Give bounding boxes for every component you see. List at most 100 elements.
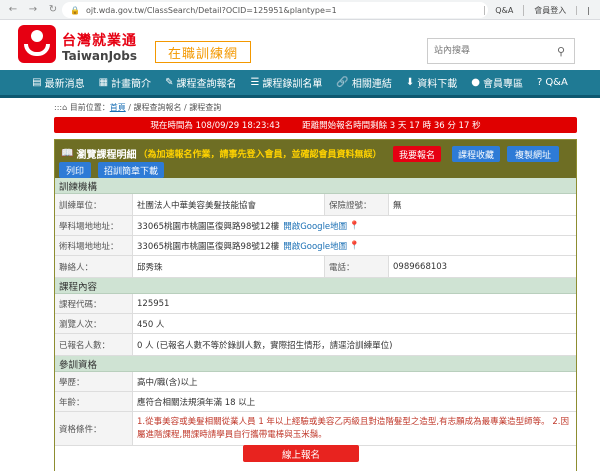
- org-unit-label: 訓練單位：: [55, 194, 133, 215]
- condition-label: 資格條件：: [55, 412, 133, 445]
- map-pin-icon[interactable]: 📍: [349, 221, 360, 231]
- course-detail-panel: 📖 瀏覽課程明細 （為加速報名作業，請事先登入會員，並確認會員資料無誤） 我要報…: [54, 139, 577, 471]
- collect-course-button[interactable]: 課程收藏: [452, 146, 500, 162]
- signup-top-button[interactable]: 我要報名: [393, 146, 441, 162]
- time-remaining-text: 距離開始報名時間剩餘 3 天 17 時 36 分 17 秒: [302, 121, 481, 131]
- menu-label: 相關連結: [351, 79, 392, 90]
- course-code-value: 125951: [137, 298, 170, 309]
- menu-item-links[interactable]: 🔗 相關連結: [329, 75, 398, 90]
- back-arrow-icon[interactable]: ←: [6, 4, 20, 15]
- lock-icon: 🔒: [70, 5, 80, 15]
- class-addr-label: 學科場地地址：: [55, 216, 133, 235]
- section-qual-header: 參訓資格: [55, 356, 576, 372]
- contact-label: 聯絡人：: [55, 256, 133, 277]
- menu-item-course-search[interactable]: ✎ 課程查詢報名: [158, 75, 243, 90]
- site-search: ⚲: [427, 38, 575, 64]
- breadcrumb-location-label: 目前位置：: [69, 103, 110, 112]
- breadcrumb-level1[interactable]: 課程查詢報名: [134, 103, 182, 112]
- menu-label: 最新消息: [44, 79, 85, 90]
- top-link-qa[interactable]: Q&A: [484, 5, 523, 15]
- condition-row: 資格條件： 1.從事美容或美髮相關從業人員 1 年以上經驗或美容乙丙級且對造階髮…: [55, 412, 576, 446]
- menu-item-downloads[interactable]: ⬇ 資料下載: [399, 75, 464, 90]
- browser-toolbar: ← → ↻ 🔒 ojt.wda.gov.tw/ClassSearch/Detai…: [0, 0, 600, 20]
- link-icon: 🔗: [336, 77, 349, 88]
- tech-addr-row: 術科場地地址： 33065桃園市桃園區復興路98號12樓 開啟Google地圖 …: [55, 236, 576, 256]
- class-map-link[interactable]: 開啟Google地圖: [283, 220, 347, 232]
- list-icon: ☰: [250, 77, 260, 88]
- views-label: 瀏覽人次：: [55, 314, 133, 333]
- org-unit-value: 社團法人中華美容美髮技能協會: [133, 194, 325, 215]
- condition-value: 1.從事美容或美髮相關從業人員 1 年以上經驗或美容乙丙級且對造階髮型之造型,有…: [137, 416, 569, 440]
- phone-value: 0989668103: [393, 261, 448, 272]
- panel-note: （為加速報名作業，請事先登入會員，並確認會員資料無誤）: [138, 150, 382, 160]
- panel-header: 📖 瀏覽課程明細 （為加速報名作業，請事先登入會員，並確認會員資料無誤） 我要報…: [55, 140, 576, 178]
- breadcrumb: :::⌂ 目前位置：首頁 / 課程查詢報名 / 課程查詢: [54, 102, 221, 113]
- logo-title-en[interactable]: TaiwanJobs: [62, 49, 137, 63]
- course-code-label: 課程代碼：: [55, 294, 133, 313]
- menu-item-news[interactable]: ▤ 最新消息: [25, 75, 91, 90]
- logo-title-zh[interactable]: 台灣就業通: [62, 30, 137, 50]
- views-value: 450 人: [137, 319, 165, 330]
- print-button[interactable]: 列印: [59, 162, 91, 178]
- online-signup-button[interactable]: 線上報名: [243, 445, 359, 462]
- menu-item-qa[interactable]: ? Q&A: [530, 77, 575, 88]
- menu-item-plan[interactable]: ▦ 計畫簡介: [92, 75, 158, 90]
- views-row: 瀏覽人次： 450 人: [55, 314, 576, 334]
- copy-url-button[interactable]: 複製網址: [507, 146, 559, 162]
- edu-label: 學歷：: [55, 372, 133, 391]
- age-row: 年齡： 應符合相關法規須年滿 18 以上: [55, 392, 576, 412]
- menu-item-member[interactable]: ● 會員專區: [464, 75, 530, 90]
- calculator-icon: ▦: [98, 77, 109, 88]
- current-time-text: 現在時間為 108/09/29 18:23:43: [150, 121, 281, 131]
- pencil-icon: ✎: [165, 77, 174, 88]
- org-unit-row: 訓練單位： 社團法人中華美容美髮技能協會 保險證號： 無: [55, 194, 576, 216]
- menu-label: 資料下載: [417, 79, 458, 90]
- registration-countdown: 現在時間為 108/09/29 18:23:43 距離開始報名時間剩餘 3 天 …: [54, 117, 577, 133]
- insurance-label: 保險證號：: [325, 194, 389, 215]
- age-label: 年齡：: [55, 392, 133, 411]
- top-link-separator: |: [576, 5, 600, 15]
- newspaper-icon: ▤: [32, 77, 42, 88]
- tech-addr-value: 33065桃園市桃園區復興路98號12樓: [137, 241, 280, 252]
- age-value: 應符合相關法規須年滿 18 以上: [137, 397, 256, 408]
- edu-value: 高中/職(含)以上: [137, 377, 198, 388]
- main-menu: ▤ 最新消息 ▦ 計畫簡介 ✎ 課程查詢報名 ☰ 課程錄訓名單 🔗 相關連結 ⬇ 資料下載 …: [0, 70, 600, 98]
- map-pin-icon[interactable]: 📍: [349, 241, 360, 251]
- phone-label: 電話：: [325, 256, 389, 277]
- registered-label: 已報名人數：: [55, 334, 133, 355]
- tech-map-link[interactable]: 開啟Google地圖: [283, 240, 347, 252]
- breadcrumb-separator: /: [125, 103, 134, 112]
- taiwanjobs-logo-icon[interactable]: [18, 25, 56, 63]
- user-icon: ●: [471, 77, 480, 88]
- forward-arrow-icon[interactable]: →: [26, 4, 40, 15]
- search-icon[interactable]: ⚲: [552, 45, 570, 58]
- breadcrumb-level2: 課程查詢: [189, 103, 222, 112]
- menu-label: 課程錄訓名單: [262, 79, 323, 90]
- tech-addr-label: 術科場地地址：: [55, 236, 133, 255]
- book-icon: 📖: [61, 148, 74, 159]
- top-links: Q&A 會員登入 |: [484, 0, 600, 20]
- menu-label: 課程查詢報名: [176, 79, 237, 90]
- address-bar[interactable]: 🔒 ojt.wda.gov.tw/ClassSearch/Detail?OCID…: [62, 2, 488, 18]
- home-icon: ⌂: [62, 103, 68, 112]
- site-header: 台灣就業通 TaiwanJobs 在職訓練網 ⚲: [0, 20, 600, 70]
- edu-row: 學歷： 高中/職(含)以上: [55, 372, 576, 392]
- breadcrumb-home-link[interactable]: 首頁: [110, 103, 126, 112]
- registered-row: 已報名人數： 0 人 (已報名人數不等於錄訓人數，實際招生情形，請逕洽訓練單位): [55, 334, 576, 356]
- question-icon: ?: [537, 77, 543, 88]
- panel-title: 瀏覽課程明細: [76, 150, 137, 161]
- menu-label: Q&A: [545, 77, 568, 88]
- url-text: ojt.wda.gov.tw/ClassSearch/Detail?OCID=1…: [85, 5, 337, 15]
- brochure-download-button[interactable]: 招訓簡章下載: [98, 162, 164, 178]
- contact-row: 聯絡人： 邱秀珠 電話： 0989668103: [55, 256, 576, 278]
- section-course-header: 課程內容: [55, 278, 576, 294]
- menu-label: 會員專區: [483, 79, 523, 90]
- search-input[interactable]: [428, 40, 552, 62]
- menu-item-admission-list[interactable]: ☰ 課程錄訓名單: [243, 75, 329, 90]
- breadcrumb-prefix: :::: [54, 103, 63, 112]
- reload-icon[interactable]: ↻: [46, 4, 60, 15]
- registered-value: 0 人 (已報名人數不等於錄訓人數，實際招生情形，請逕洽訓練單位): [137, 340, 393, 351]
- top-link-login[interactable]: 會員登入: [523, 4, 576, 16]
- download-icon: ⬇: [405, 77, 415, 88]
- insurance-value: 無: [393, 200, 402, 211]
